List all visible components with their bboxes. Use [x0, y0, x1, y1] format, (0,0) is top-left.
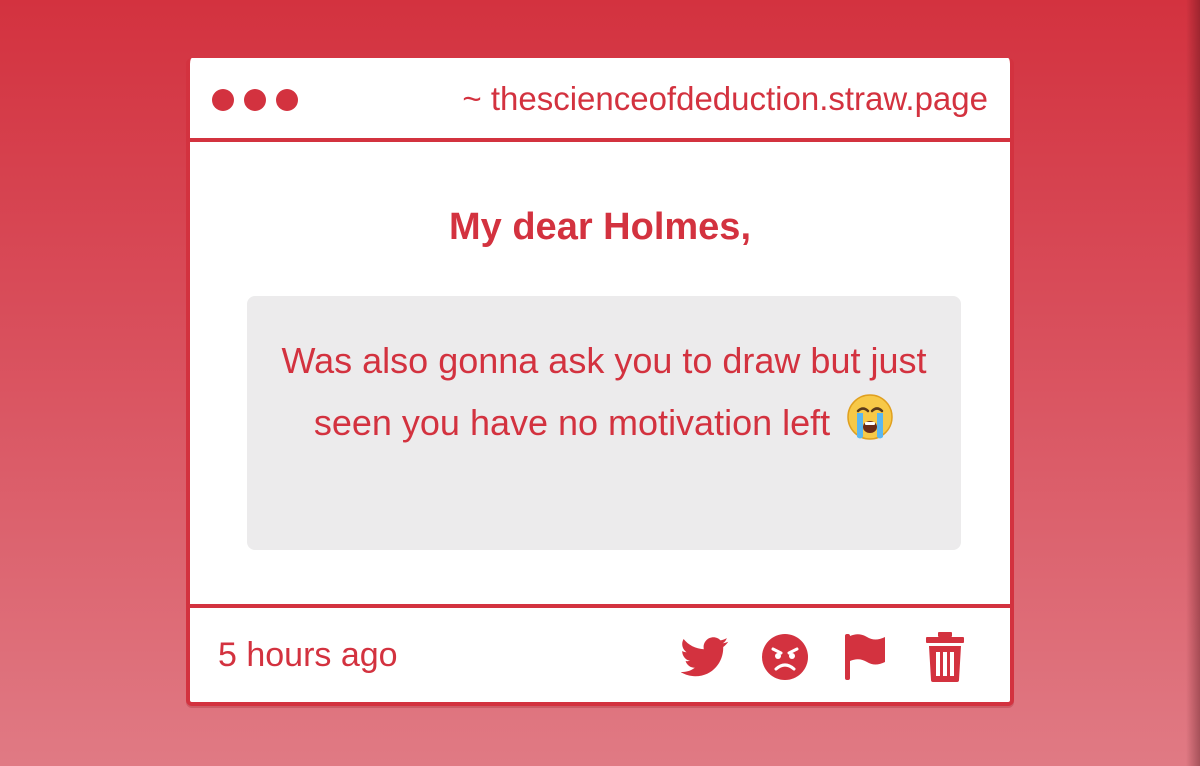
- message-text-wrap: Was also gonna ask you to draw but just …: [277, 330, 931, 454]
- twitter-share-button[interactable]: [680, 632, 730, 682]
- trash-icon: [924, 632, 966, 682]
- page-url[interactable]: ~ thescienceofdeduction.straw.page: [462, 80, 988, 118]
- loudly-crying-face-icon: [846, 393, 894, 441]
- message-text: Was also gonna ask you to draw but just …: [281, 340, 927, 443]
- react-angry-button[interactable]: [760, 632, 810, 682]
- delete-button[interactable]: [920, 632, 970, 682]
- twitter-icon: [681, 637, 729, 677]
- report-button[interactable]: [840, 632, 890, 682]
- angry-face-icon: [761, 633, 809, 681]
- timestamp: 5 hours ago: [218, 636, 398, 674]
- window-titlebar: ~ thescienceofdeduction.straw.page: [190, 58, 1010, 142]
- flag-icon: [841, 632, 889, 682]
- action-bar: [680, 632, 970, 682]
- window-controls: [212, 89, 298, 111]
- letter-greeting: My dear Holmes,: [449, 206, 751, 248]
- screen-edge-shadow: [1186, 0, 1200, 766]
- window-dot-2: [244, 89, 266, 111]
- window-dot-3: [276, 89, 298, 111]
- letter-content: My dear Holmes, Was also gonna ask you t…: [190, 142, 1010, 604]
- message-box: Was also gonna ask you to draw but just …: [247, 296, 961, 550]
- message-card: ~ thescienceofdeduction.straw.page My de…: [186, 58, 1014, 706]
- card-footer: 5 hours ago: [190, 604, 1010, 702]
- window-dot-1: [212, 89, 234, 111]
